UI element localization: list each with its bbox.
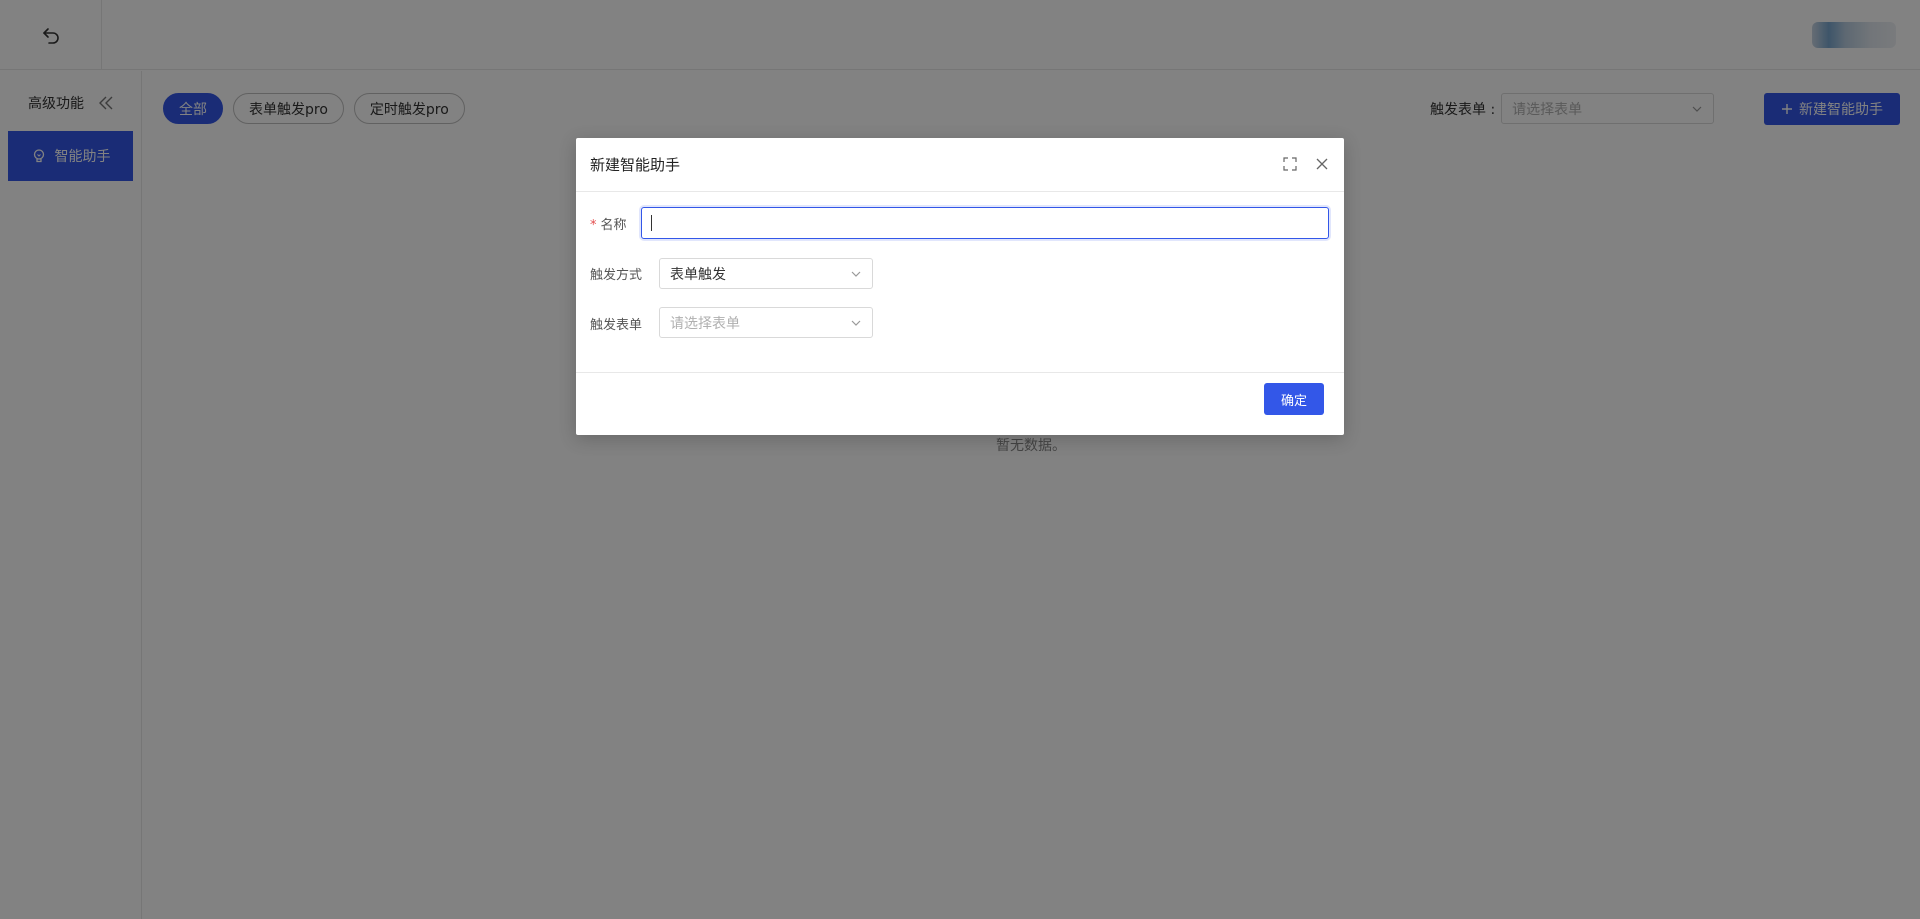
trigger-mode-value: 表单触发: [670, 266, 726, 283]
chevron-down-icon: [851, 271, 861, 277]
trigger-mode-select[interactable]: 表单触发: [659, 258, 873, 289]
dialog-title: 新建智能助手: [590, 156, 681, 174]
trigger-form-select[interactable]: 请选择表单: [659, 307, 873, 338]
close-icon[interactable]: [1314, 156, 1330, 172]
name-input[interactable]: [641, 207, 1329, 239]
trigger-form-label: 触发表单: [590, 318, 643, 333]
trigger-mode-row: 触发方式: [590, 264, 642, 283]
dialog-header: 新建智能助手: [576, 138, 1344, 192]
app-root: 高级功能 智能助手 全部 表单触发pro 定时触发pro 触发表单 : 请选择表…: [0, 0, 1920, 919]
name-label-text: 名称: [600, 218, 627, 233]
name-field-row: * 名称: [590, 214, 627, 233]
confirm-button[interactable]: 确定: [1264, 383, 1324, 415]
trigger-mode-label: 触发方式: [590, 268, 643, 283]
text-caret: [651, 215, 652, 231]
chevron-down-icon: [851, 320, 861, 326]
trigger-form-placeholder: 请选择表单: [670, 315, 740, 332]
trigger-form-row: 触发表单: [590, 314, 642, 333]
required-mark: *: [590, 218, 597, 233]
fullscreen-icon[interactable]: [1282, 156, 1298, 172]
new-assistant-dialog: 新建智能助手 * 名称 触发方式 表单触发 触发表单 请选择表单 确定: [576, 138, 1344, 435]
dialog-tools: [1282, 156, 1330, 172]
name-field-label: * 名称: [590, 214, 627, 233]
dialog-footer: 确定: [576, 372, 1344, 435]
